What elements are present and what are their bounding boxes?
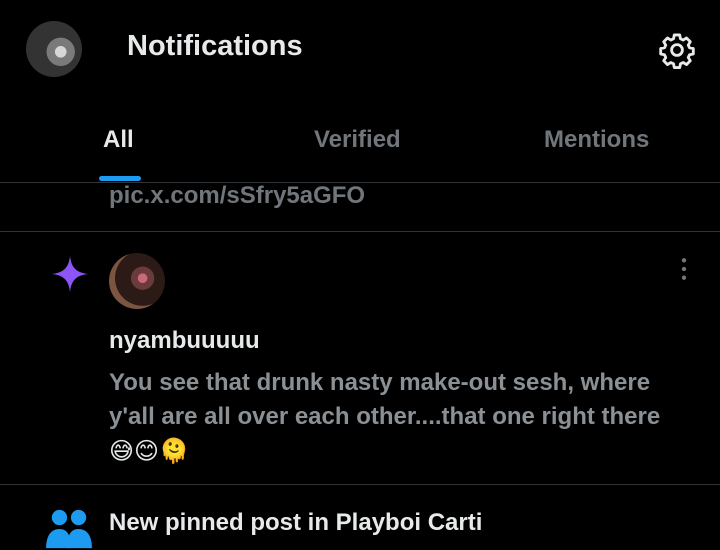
pinned-post-text: New pinned post in Playboi Carti [109, 509, 483, 536]
active-tab-indicator [99, 176, 141, 181]
tab-verified[interactable]: Verified [314, 126, 401, 154]
divider [0, 231, 720, 232]
post-text: You see that drunk nasty make-out sesh, … [109, 369, 661, 430]
divider [0, 484, 720, 485]
tab-mentions[interactable]: Mentions [544, 126, 649, 154]
page-title: Notifications [127, 30, 303, 62]
app-header: Notifications [0, 0, 720, 100]
people-icon [46, 509, 92, 549]
username[interactable]: nyambuuuuu [109, 327, 260, 355]
post-link[interactable]: pic.x.com/sSfry5aGFO [109, 182, 365, 210]
more-options-icon[interactable] [671, 256, 697, 282]
profile-avatar[interactable] [26, 21, 82, 77]
emoji-row: 😅😊🫠 [109, 438, 189, 465]
tab-all[interactable]: All [103, 126, 134, 154]
user-avatar[interactable] [109, 253, 165, 309]
gear-icon[interactable] [658, 31, 696, 69]
sparkle-icon [51, 255, 89, 293]
notification-tabs: All Verified Mentions [0, 118, 720, 182]
